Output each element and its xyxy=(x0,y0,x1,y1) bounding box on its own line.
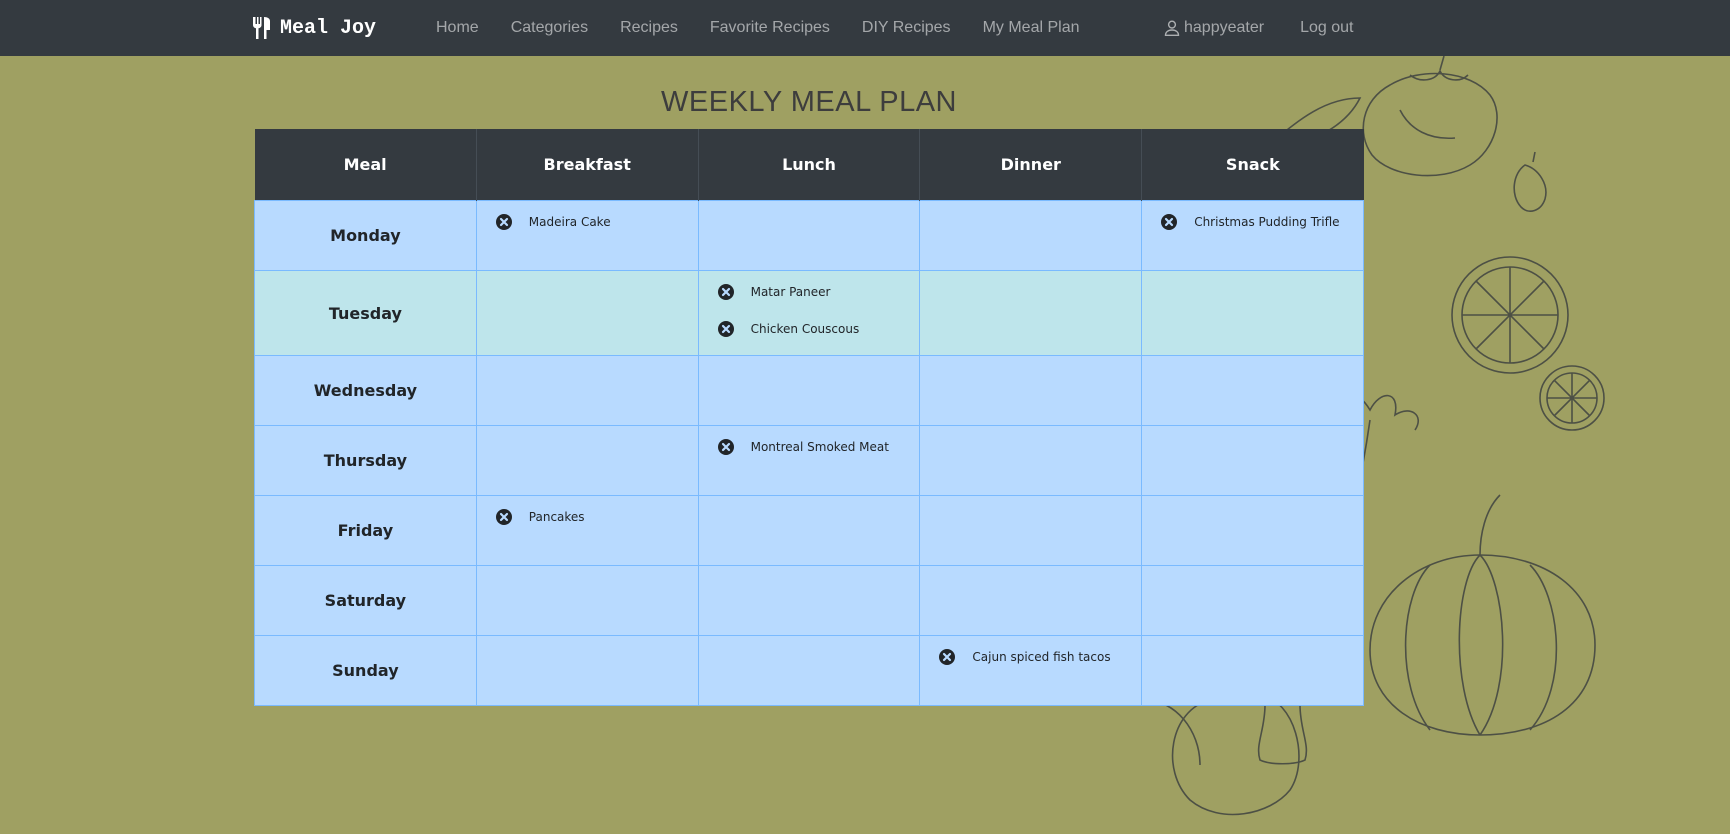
meal-cell-dinner xyxy=(919,200,1143,271)
meal-cell-breakfast xyxy=(475,425,699,496)
table-row: Saturday xyxy=(254,565,1364,636)
meal-cell-lunch xyxy=(697,355,921,426)
username: happyeater xyxy=(1184,19,1265,36)
meal-name[interactable]: Madeira Cake xyxy=(529,215,611,229)
day-label: Monday xyxy=(254,200,477,271)
meal-cell-snack xyxy=(1141,635,1364,706)
nav-links: Home Categories Recipes Favorite Recipes… xyxy=(420,0,1095,56)
meal-cell-lunch xyxy=(697,495,921,566)
brand-name: Meal Joy xyxy=(280,16,377,40)
meal-cell-breakfast xyxy=(475,270,699,356)
remove-meal-icon[interactable] xyxy=(717,283,735,301)
table-header-row: Meal Breakfast Lunch Dinner Snack xyxy=(254,129,1364,201)
table-row: Monday Madeira Cake Christmas Pudding Trif… xyxy=(254,200,1364,271)
table-row: Wednesday xyxy=(254,355,1364,426)
meal-name[interactable]: Chicken Couscous xyxy=(751,322,860,336)
table-row: Sunday Cajun spiced fish tacos xyxy=(254,635,1364,706)
header-lunch: Lunch xyxy=(698,129,921,201)
remove-meal-icon[interactable] xyxy=(1160,213,1178,231)
meal-cell-breakfast xyxy=(475,635,699,706)
nav-link-favorite-recipes[interactable]: Favorite Recipes xyxy=(694,19,846,37)
meal-entry: Christmas Pudding Trifle xyxy=(1142,213,1363,231)
meal-entry: Pancakes xyxy=(477,508,698,526)
nav-link-categories[interactable]: Categories xyxy=(495,19,604,37)
meal-name[interactable]: Matar Paneer xyxy=(751,285,831,299)
meal-cell-lunch xyxy=(697,635,921,706)
header-dinner: Dinner xyxy=(919,129,1143,201)
day-label: Sunday xyxy=(254,635,477,706)
meal-cell-lunch: Montreal Smoked Meat xyxy=(697,425,921,496)
meal-cell-lunch: Matar Paneer Chicken Couscous xyxy=(697,270,921,356)
meal-cell-breakfast xyxy=(475,355,699,426)
header-meal: Meal xyxy=(254,129,477,201)
table-row: Thursday Montreal Smoked Meat xyxy=(254,425,1364,496)
remove-meal-icon[interactable] xyxy=(495,213,513,231)
day-label: Friday xyxy=(254,495,477,566)
meal-cell-snack: Christmas Pudding Trifle xyxy=(1141,200,1364,271)
brand-link[interactable]: Meal Joy xyxy=(252,13,376,43)
table-body: Monday Madeira Cake Christmas Pudding Trif… xyxy=(254,200,1364,706)
nav-link-my-meal-plan[interactable]: My Meal Plan xyxy=(967,19,1096,37)
nav-link-diy-recipes[interactable]: DIY Recipes xyxy=(846,19,967,37)
meal-cell-snack xyxy=(1141,565,1364,636)
meal-cell-dinner xyxy=(919,425,1143,496)
meal-name[interactable]: Pancakes xyxy=(529,510,585,524)
logout-link[interactable]: Log out xyxy=(1284,19,1369,37)
day-label: Saturday xyxy=(254,565,477,636)
meal-entry: Matar Paneer xyxy=(699,283,920,301)
meal-cell-snack xyxy=(1141,355,1364,426)
meal-entry: Montreal Smoked Meat xyxy=(699,438,920,456)
meal-cell-breakfast xyxy=(475,565,699,636)
meal-name[interactable]: Cajun spiced fish tacos xyxy=(972,650,1110,664)
meal-cell-dinner: Cajun spiced fish tacos xyxy=(919,635,1143,706)
utensils-icon xyxy=(253,17,270,39)
navbar: Meal Joy Home Categories Recipes Favorit… xyxy=(0,0,1730,56)
nav-link-recipes[interactable]: Recipes xyxy=(604,19,694,37)
user-profile-link[interactable]: happyeater xyxy=(1148,19,1280,37)
meal-cell-snack xyxy=(1141,270,1364,356)
remove-meal-icon[interactable] xyxy=(717,320,735,338)
table-row: Tuesday Matar Paneer Chicken Couscous xyxy=(254,270,1364,356)
meal-cell-breakfast: Pancakes xyxy=(475,495,699,566)
meal-cell-breakfast: Madeira Cake xyxy=(475,200,699,271)
meal-cell-dinner xyxy=(919,270,1143,356)
page-title: WEEKLY MEAL PLAN xyxy=(661,86,957,118)
day-label: Wednesday xyxy=(254,355,477,426)
header-snack: Snack xyxy=(1141,129,1364,201)
meal-name[interactable]: Christmas Pudding Trifle xyxy=(1194,215,1339,229)
nav-user-area: happyeater Log out xyxy=(1148,0,1369,56)
header-breakfast: Breakfast xyxy=(476,129,699,201)
meal-cell-snack xyxy=(1141,425,1364,496)
meal-cell-lunch xyxy=(697,200,921,271)
meal-entry: Chicken Couscous xyxy=(699,320,920,338)
meal-cell-dinner xyxy=(919,355,1143,426)
meal-entry: Madeira Cake xyxy=(477,213,698,231)
meal-cell-lunch xyxy=(697,565,921,636)
day-label: Thursday xyxy=(254,425,477,496)
meal-entry: Cajun spiced fish tacos xyxy=(920,648,1141,666)
table-row: Friday Pancakes xyxy=(254,495,1364,566)
meal-name[interactable]: Montreal Smoked Meat xyxy=(751,440,889,454)
day-label: Tuesday xyxy=(254,270,477,356)
remove-meal-icon[interactable] xyxy=(717,438,735,456)
user-icon xyxy=(1164,20,1180,36)
meal-cell-dinner xyxy=(919,565,1143,636)
meal-plan-table: Meal Breakfast Lunch Dinner Snack Monday… xyxy=(254,129,1364,706)
remove-meal-icon[interactable] xyxy=(495,508,513,526)
meal-cell-snack xyxy=(1141,495,1364,566)
nav-link-home[interactable]: Home xyxy=(420,19,495,37)
meal-cell-dinner xyxy=(919,495,1143,566)
remove-meal-icon[interactable] xyxy=(938,648,956,666)
